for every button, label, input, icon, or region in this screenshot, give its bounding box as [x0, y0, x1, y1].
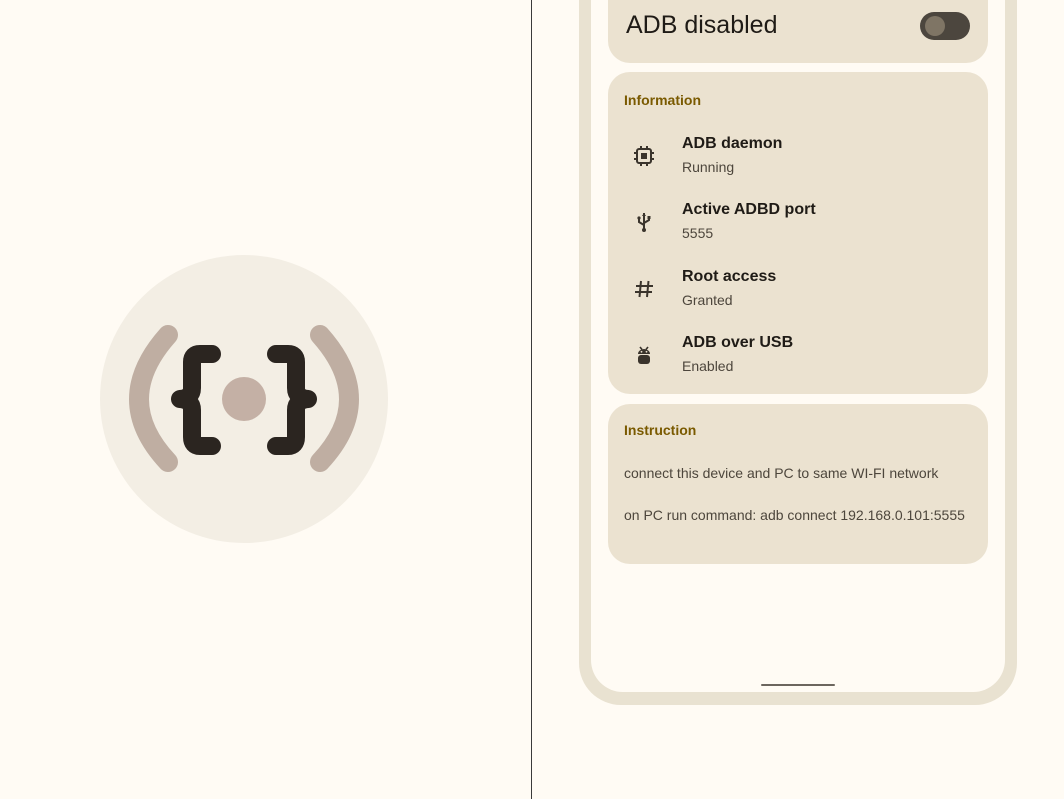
adb-status-label: ADB disabled [626, 11, 778, 39]
android-icon [638, 346, 650, 364]
split-divider [531, 0, 532, 799]
information-heading: Information [624, 92, 701, 108]
adb-brackets-signal-icon [129, 325, 359, 472]
info-value: Running [682, 159, 735, 175]
switch-knob [925, 16, 945, 36]
info-title: Root access [682, 268, 777, 285]
info-row-adb-daemon: ADB daemon Running [608, 135, 988, 195]
instruction-heading: Instruction [624, 422, 697, 438]
info-title: Active ADBD port [682, 201, 816, 218]
information-card: Information ADB daemon Running Active AD… [608, 72, 988, 394]
info-row-adbd-port: Active ADBD port 5555 [608, 201, 988, 261]
info-title: ADB daemon [682, 135, 783, 152]
info-value: 5555 [682, 225, 714, 241]
hash-icon [635, 280, 653, 298]
home-indicator[interactable] [761, 684, 835, 686]
usb-icon [637, 213, 651, 232]
chip-icon [634, 146, 654, 166]
instruction-card: Instruction connect this device and PC t… [608, 404, 988, 564]
adb-toggle-card[interactable]: ADB disabled [608, 0, 988, 63]
info-title: ADB over USB [682, 334, 794, 351]
instruction-line: on PC run command: adb connect 192.168.0… [624, 507, 965, 523]
info-value: Enabled [682, 358, 734, 374]
info-row-root-access: Root access Granted [608, 268, 988, 328]
info-row-adb-over-usb: ADB over USB Enabled [608, 334, 988, 394]
instruction-line: connect this device and PC to same WI-FI… [624, 465, 939, 481]
info-value: Granted [682, 292, 733, 308]
adb-toggle-switch[interactable] [920, 12, 970, 40]
